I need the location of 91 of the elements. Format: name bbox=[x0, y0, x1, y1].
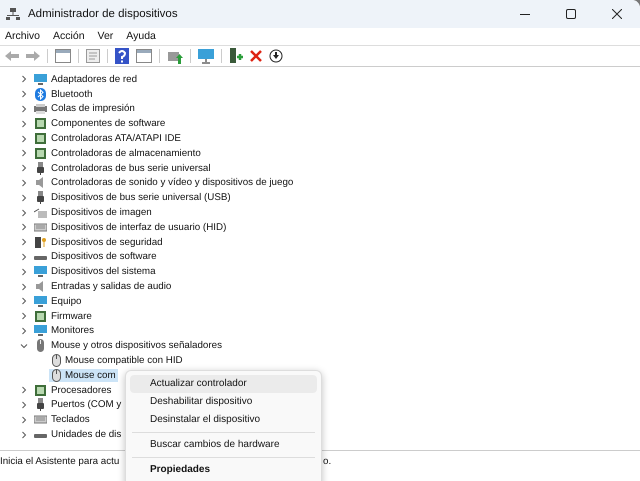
device-category[interactable]: Controladoras de almacenamiento bbox=[50, 148, 202, 159]
monitor-icon bbox=[34, 294, 47, 308]
expand-chevron-icon[interactable] bbox=[20, 75, 28, 84]
expand-chevron-icon[interactable] bbox=[20, 164, 28, 172]
expand-chevron-icon[interactable] bbox=[20, 297, 28, 306]
monitor-icon bbox=[34, 265, 47, 278]
monitor-icon bbox=[34, 324, 47, 338]
window-title: Administrador de dispositivos bbox=[28, 8, 179, 20]
device-category[interactable]: Dispositivos del sistema bbox=[50, 266, 157, 278]
expand-chevron-icon[interactable] bbox=[20, 149, 28, 158]
expand-chevron-icon[interactable] bbox=[20, 194, 28, 202]
context-menu-item[interactable]: Actualizar controlador bbox=[130, 375, 317, 393]
expand-chevron-icon[interactable] bbox=[20, 238, 28, 246]
device-category[interactable]: Puertos (COM y bbox=[50, 399, 122, 410]
usb-plug-icon bbox=[34, 191, 47, 204]
chip-icon bbox=[34, 117, 47, 130]
expand-chevron-icon[interactable] bbox=[20, 400, 28, 409]
menu-item[interactable]: Archivo bbox=[5, 30, 40, 45]
help-icon[interactable] bbox=[113, 47, 131, 65]
device-category[interactable]: Dispositivos de interfaz de usuario (HID) bbox=[50, 222, 228, 233]
device-category[interactable]: Controladoras ATA/ATAPI IDE bbox=[50, 133, 182, 144]
context-menu-item[interactable]: Propiedades bbox=[130, 461, 317, 479]
window-pane-icon[interactable] bbox=[53, 48, 73, 64]
expand-chevron-icon[interactable] bbox=[20, 208, 28, 217]
chip-icon bbox=[34, 310, 47, 323]
download-circle-icon[interactable] bbox=[267, 48, 285, 64]
mouse-icon bbox=[51, 368, 62, 382]
window-pane-icon[interactable] bbox=[134, 48, 154, 64]
expand-chevron-icon[interactable] bbox=[20, 134, 28, 143]
status-text: o. bbox=[323, 456, 332, 466]
monitor-icon[interactable] bbox=[196, 47, 216, 65]
device-item[interactable]: Mouse compatible con HID bbox=[49, 354, 185, 368]
device-category[interactable]: Firmware bbox=[50, 310, 93, 322]
computer-tree-icon bbox=[6, 7, 20, 21]
add-driver-icon[interactable] bbox=[227, 47, 245, 65]
device-category[interactable]: Dispositivos de imagen bbox=[50, 207, 153, 218]
device-category[interactable]: Equipo bbox=[50, 296, 83, 307]
expand-chevron-icon[interactable] bbox=[20, 120, 28, 128]
expand-chevron-icon[interactable] bbox=[20, 416, 28, 424]
expand-chevron-icon[interactable] bbox=[20, 386, 28, 394]
collapse-chevron-icon[interactable] bbox=[20, 342, 28, 350]
device-category[interactable]: Bluetooth bbox=[50, 88, 94, 100]
device-category[interactable]: Colas de impresión bbox=[50, 103, 136, 114]
chip-icon bbox=[34, 132, 47, 146]
device-category[interactable]: Mouse y otros dispositivos señaladores bbox=[50, 340, 223, 352]
status-text: Inicia el Asistente para actu bbox=[0, 456, 120, 466]
device-category[interactable]: Monitores bbox=[50, 325, 96, 336]
device-item[interactable]: Mouse com bbox=[49, 368, 118, 382]
chip-icon bbox=[34, 384, 47, 397]
device-category[interactable]: Procesadores bbox=[50, 384, 112, 396]
chip-icon bbox=[34, 146, 47, 160]
expand-chevron-icon[interactable] bbox=[20, 178, 28, 187]
close-icon bbox=[612, 9, 622, 19]
device-category[interactable]: Dispositivos de bus serie universal (USB) bbox=[50, 192, 232, 204]
mouse-icon bbox=[34, 339, 47, 352]
expand-chevron-icon[interactable] bbox=[20, 268, 28, 276]
context-menu-item[interactable]: Buscar cambios de hardware bbox=[130, 436, 317, 454]
menu-item[interactable]: Ayuda bbox=[126, 30, 156, 45]
device-category[interactable]: Dispositivos de software bbox=[50, 251, 158, 262]
monitor-icon bbox=[34, 72, 47, 86]
device-category[interactable]: Controladoras de sonido y vídeo y dispositivos de juego bbox=[50, 177, 294, 188]
expand-chevron-icon[interactable] bbox=[20, 104, 28, 113]
menu-item[interactable]: Ver bbox=[98, 30, 114, 45]
expand-chevron-icon[interactable] bbox=[20, 430, 28, 439]
printer-icon bbox=[34, 102, 47, 116]
context-menu-item[interactable]: Deshabilitar dispositivo bbox=[130, 393, 317, 411]
menu-item[interactable]: Acción bbox=[53, 30, 85, 45]
expand-chevron-icon[interactable] bbox=[20, 223, 28, 232]
device-category[interactable]: Teclados bbox=[50, 414, 91, 426]
expand-chevron-icon[interactable] bbox=[20, 326, 28, 335]
maximize-icon bbox=[566, 9, 576, 19]
device-category[interactable]: Dispositivos de seguridad bbox=[50, 236, 164, 248]
device-category[interactable]: Adaptadores de red bbox=[50, 74, 138, 85]
bluetooth-icon bbox=[34, 88, 47, 101]
usb-plug-icon bbox=[34, 162, 47, 175]
key-icon bbox=[34, 236, 47, 249]
usb-plug-icon bbox=[34, 398, 47, 412]
keyboard-icon bbox=[34, 413, 47, 426]
device-category[interactable]: Componentes de software bbox=[50, 118, 166, 130]
delete-icon[interactable] bbox=[248, 49, 264, 63]
keyboard-icon bbox=[34, 220, 47, 234]
expand-chevron-icon[interactable] bbox=[20, 252, 28, 261]
mouse-icon bbox=[51, 354, 62, 368]
expand-chevron-icon[interactable] bbox=[20, 312, 28, 320]
expand-chevron-icon[interactable] bbox=[20, 282, 28, 291]
properties-sheet-icon[interactable] bbox=[84, 48, 102, 64]
device-category[interactable]: Controladoras de bus serie universal bbox=[50, 162, 212, 174]
device-category[interactable]: Entradas y salidas de audio bbox=[50, 281, 172, 292]
device-category[interactable]: Unidades de dis bbox=[50, 429, 122, 440]
expand-chevron-icon[interactable] bbox=[20, 90, 28, 98]
context-menu-item[interactable]: Desinstalar el dispositivo bbox=[130, 411, 317, 429]
